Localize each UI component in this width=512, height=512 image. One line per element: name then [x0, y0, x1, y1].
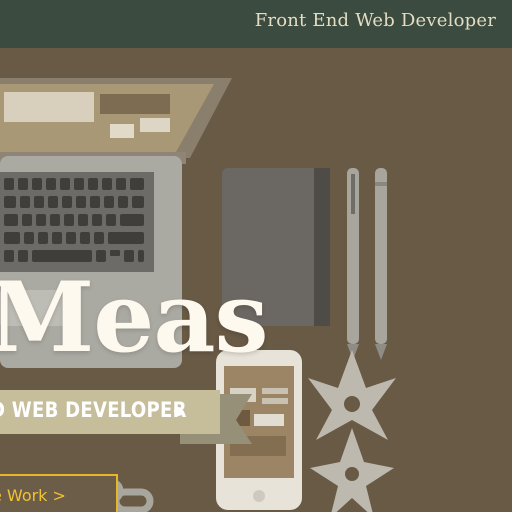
pen-icon [347, 168, 359, 360]
pencil-icon [375, 168, 387, 360]
site-title[interactable]: Front End Web Developer [255, 10, 496, 31]
role-label: D WEB DEVELOPER [0, 398, 187, 422]
see-work-button[interactable]: e Work > [0, 474, 118, 512]
role-ribbon: D WEB DEVELOPER [0, 390, 220, 434]
top-navbar: Front End Web Developer [0, 0, 512, 48]
see-work-label: e Work > [0, 486, 66, 505]
hero-name: Meas [0, 261, 269, 374]
hero-section: Meas D WEB DEVELOPER e Work > [0, 48, 512, 512]
ribbon-dot-icon [174, 407, 183, 416]
